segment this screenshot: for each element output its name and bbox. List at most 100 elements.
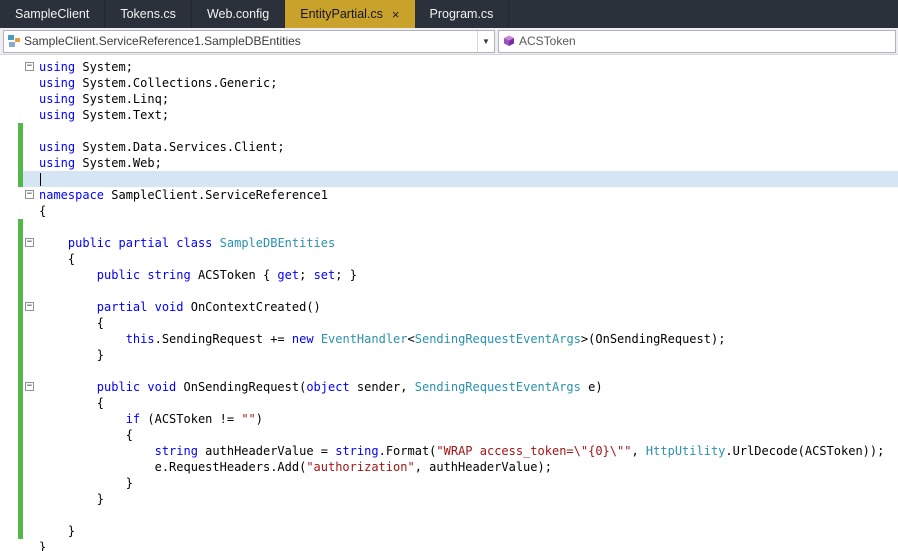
code-line[interactable] bbox=[0, 219, 898, 235]
indicator-margin bbox=[0, 539, 18, 551]
indicator-margin bbox=[0, 75, 18, 91]
indicator-margin bbox=[0, 523, 18, 539]
fold-margin bbox=[23, 411, 39, 427]
code-line[interactable] bbox=[0, 171, 898, 187]
code-line[interactable]: } bbox=[0, 491, 898, 507]
tab-program-cs[interactable]: Program.cs bbox=[415, 0, 510, 28]
code-line[interactable]: using System.Collections.Generic; bbox=[0, 75, 898, 91]
indicator-margin bbox=[0, 459, 18, 475]
code-line[interactable]: using System.Linq; bbox=[0, 91, 898, 107]
code-text: string authHeaderValue = string.Format("… bbox=[154, 444, 885, 458]
collapse-icon[interactable]: − bbox=[25, 62, 34, 71]
indicator-margin bbox=[0, 395, 18, 411]
collapse-icon[interactable]: − bbox=[25, 190, 34, 199]
tab-web-config[interactable]: Web.config bbox=[192, 0, 286, 28]
tab-sampleclient[interactable]: SampleClient bbox=[0, 0, 106, 28]
types-dropdown[interactable]: SampleClient.ServiceReference1.SampleDBE… bbox=[3, 29, 495, 53]
code-line[interactable]: { bbox=[0, 427, 898, 443]
code-line[interactable] bbox=[0, 123, 898, 139]
code-text: public string ACSToken { get; set; } bbox=[96, 268, 357, 282]
collapse-icon[interactable]: − bbox=[25, 302, 34, 311]
fold-margin: − bbox=[23, 235, 39, 251]
fold-margin bbox=[23, 75, 39, 91]
fold-margin bbox=[23, 459, 39, 475]
code-line[interactable]: string authHeaderValue = string.Format("… bbox=[0, 443, 898, 459]
code-line[interactable]: } bbox=[0, 539, 898, 551]
code-text: public void OnSendingRequest(object send… bbox=[96, 380, 603, 394]
indicator-margin bbox=[0, 187, 18, 203]
close-icon[interactable]: × bbox=[392, 8, 400, 21]
indicator-margin bbox=[0, 267, 18, 283]
navigation-bar: SampleClient.ServiceReference1.SampleDBE… bbox=[0, 28, 898, 55]
fold-margin: − bbox=[23, 59, 39, 75]
members-dropdown[interactable]: ACSToken bbox=[498, 29, 896, 53]
fold-margin bbox=[23, 475, 39, 491]
tab-label: SampleClient bbox=[15, 7, 90, 21]
tab-tokens-cs[interactable]: Tokens.cs bbox=[105, 0, 192, 28]
fold-margin bbox=[23, 171, 39, 187]
fold-margin bbox=[23, 107, 39, 123]
code-line[interactable]: this.SendingRequest += new EventHandler<… bbox=[0, 331, 898, 347]
tab-entitypartial-cs[interactable]: EntityPartial.cs × bbox=[285, 0, 415, 28]
code-line[interactable]: { bbox=[0, 251, 898, 267]
fold-margin bbox=[23, 283, 39, 299]
tab-label: Program.cs bbox=[429, 7, 494, 21]
code-line[interactable] bbox=[0, 507, 898, 523]
tab-label: Web.config bbox=[206, 7, 270, 21]
code-line[interactable]: { bbox=[0, 315, 898, 331]
class-icon bbox=[4, 34, 24, 48]
code-line[interactable]: − namespace SampleClient.ServiceReference… bbox=[0, 187, 898, 203]
indicator-margin bbox=[0, 139, 18, 155]
chevron-down-icon[interactable]: ▼ bbox=[477, 30, 494, 52]
fold-margin bbox=[23, 155, 39, 171]
code-line[interactable] bbox=[0, 363, 898, 379]
code-line[interactable]: using System.Text; bbox=[0, 107, 898, 123]
code-line[interactable]: − public void OnSendingRequest(object se… bbox=[0, 379, 898, 395]
code-text bbox=[39, 171, 898, 187]
code-text: { bbox=[39, 428, 133, 442]
collapse-icon[interactable]: − bbox=[25, 238, 34, 247]
code-line[interactable]: } bbox=[0, 347, 898, 363]
code-text: using System.Web; bbox=[39, 156, 162, 170]
code-line[interactable]: − partial void OnContextCreated() bbox=[0, 299, 898, 315]
code-text: public partial class SampleDBEntities bbox=[67, 236, 336, 250]
fold-margin: − bbox=[23, 187, 39, 203]
indicator-margin bbox=[0, 379, 18, 395]
indicator-margin bbox=[0, 427, 18, 443]
code-line[interactable]: public string ACSToken { get; set; } bbox=[0, 267, 898, 283]
types-dropdown-value: SampleClient.ServiceReference1.SampleDBE… bbox=[24, 34, 301, 48]
fold-margin bbox=[23, 251, 39, 267]
code-line[interactable]: { bbox=[0, 395, 898, 411]
code-line[interactable] bbox=[0, 283, 898, 299]
code-line[interactable]: } bbox=[0, 475, 898, 491]
code-line[interactable]: e.RequestHeaders.Add("authorization", au… bbox=[0, 459, 898, 475]
code-line[interactable]: { bbox=[0, 203, 898, 219]
fold-margin bbox=[23, 443, 39, 459]
indicator-margin bbox=[0, 171, 18, 187]
code-line[interactable]: − public partial class SampleDBEntities bbox=[0, 235, 898, 251]
code-line[interactable]: − using System; bbox=[0, 59, 898, 75]
indicator-margin bbox=[0, 59, 18, 75]
code-editor[interactable]: − using System; using System.Collections.G… bbox=[0, 55, 898, 551]
code-line[interactable]: using System.Data.Services.Client; bbox=[0, 139, 898, 155]
indicator-margin bbox=[0, 107, 18, 123]
fold-margin bbox=[23, 539, 39, 551]
fold-margin bbox=[23, 203, 39, 219]
code-text: { bbox=[39, 396, 105, 410]
fold-margin bbox=[23, 363, 39, 379]
code-line[interactable]: if (ACSToken != "") bbox=[0, 411, 898, 427]
code-text: } bbox=[39, 348, 105, 362]
code-text: using System.Linq; bbox=[39, 92, 170, 106]
indicator-margin bbox=[0, 443, 18, 459]
fold-margin bbox=[23, 523, 39, 539]
indicator-margin bbox=[0, 347, 18, 363]
code-line[interactable]: using System.Web; bbox=[0, 155, 898, 171]
code-text: } bbox=[39, 524, 76, 538]
fold-margin bbox=[23, 427, 39, 443]
collapse-icon[interactable]: − bbox=[25, 382, 34, 391]
fold-margin bbox=[23, 491, 39, 507]
indicator-margin bbox=[0, 363, 18, 379]
code-line[interactable]: } bbox=[0, 523, 898, 539]
